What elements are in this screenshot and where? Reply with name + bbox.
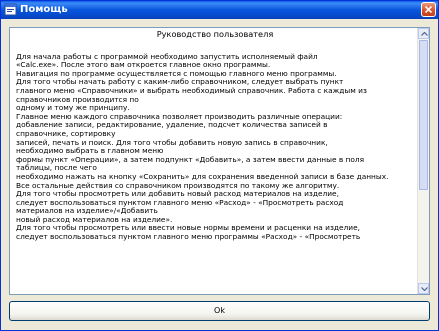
close-icon [425,6,432,13]
help-text-area[interactable]: Руководство пользователя Для начала рабо… [9,27,430,295]
ok-button[interactable]: Ok [9,301,430,321]
help-text-content: Руководство пользователя Для начала рабо… [16,30,414,242]
chevron-up-icon [421,32,428,36]
document-title: Руководство пользователя [156,29,274,39]
scroll-up-button[interactable] [418,28,429,39]
window-title: Помощь [20,4,68,15]
chevron-down-icon [421,287,428,291]
document-line: следует воспользоваться пунктом главного… [16,232,361,242]
document-lines: Для начала работы с программой необходим… [16,52,414,242]
help-app-icon [4,3,17,16]
scroll-down-button[interactable] [418,283,429,294]
title-bar[interactable]: Помощь [1,1,438,19]
scroll-thumb[interactable] [419,40,428,190]
vertical-scrollbar[interactable] [417,28,429,294]
close-button[interactable] [421,2,436,17]
help-window: Помощь Руководство пользователя Для нача… [0,0,439,331]
